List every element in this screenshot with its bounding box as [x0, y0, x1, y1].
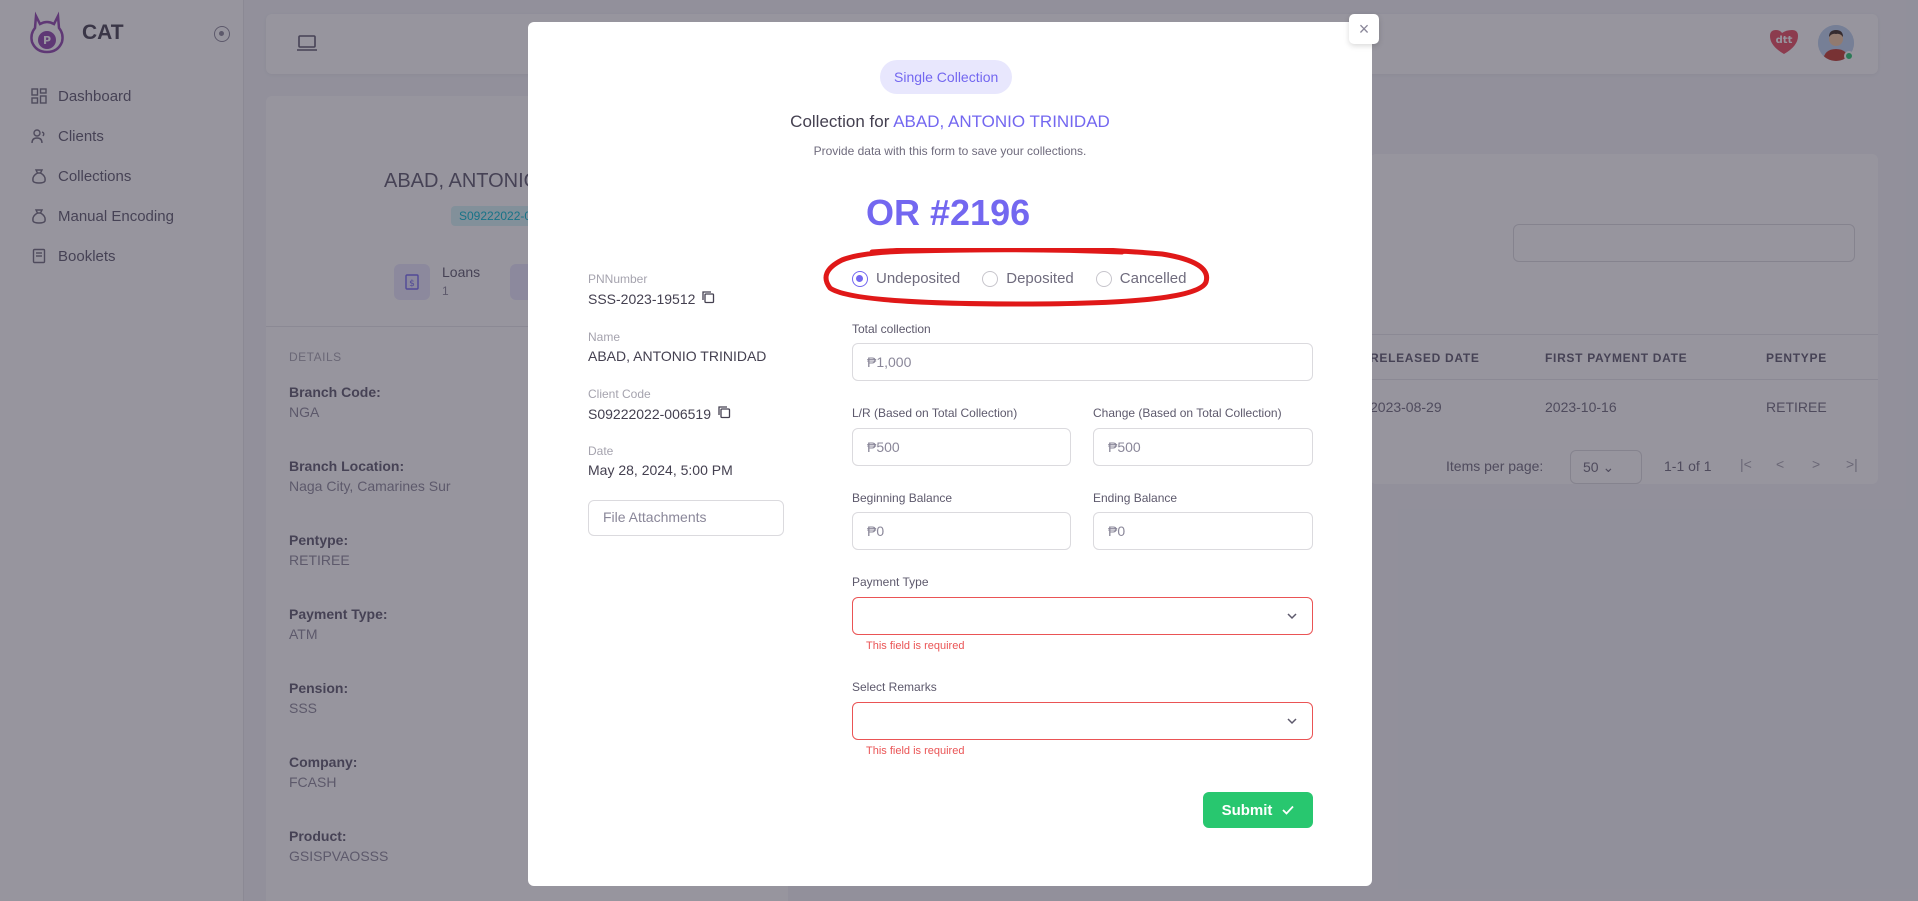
client-code-value: S09222022-006519 — [588, 405, 731, 422]
modal-subtitle: Provide data with this form to save your… — [813, 144, 1087, 158]
submit-label: Submit — [1221, 801, 1273, 819]
radio-label: Deposited — [1006, 270, 1074, 287]
beginning-balance-input[interactable]: ₱0 — [852, 512, 1071, 550]
copy-icon[interactable] — [717, 405, 731, 422]
modal-title-prefix: Collection for — [790, 112, 890, 131]
status-radio-group: Undeposited Deposited Cancelled — [852, 270, 1209, 287]
modal-client-name: ABAD, ANTONIO TRINIDAD — [893, 112, 1110, 131]
radio-button[interactable] — [852, 270, 868, 287]
client-code-text: S09222022-006519 — [588, 405, 712, 422]
radio-label: Undeposited — [876, 270, 961, 287]
remarks-select[interactable] — [852, 702, 1313, 740]
file-attachments-button[interactable]: File Attachments — [588, 500, 784, 536]
remarks-error: This field is required — [866, 745, 965, 757]
lr-label: L/R (Based on Total Collection) — [852, 406, 1018, 420]
name-label: Name — [588, 330, 621, 344]
modal-title: Collection for ABAD, ANTONIO TRINIDAD — [528, 112, 1372, 132]
radio-button[interactable] — [982, 270, 999, 287]
radio-undeposited[interactable]: Undeposited — [852, 270, 960, 287]
close-modal-button[interactable]: × — [1349, 14, 1379, 44]
change-input[interactable]: ₱500 — [1093, 428, 1313, 466]
payment-type-select[interactable] — [852, 597, 1313, 635]
lr-input[interactable]: ₱500 — [852, 428, 1071, 466]
or-number: OR #2196 — [866, 192, 1031, 233]
chevron-down-icon — [1286, 609, 1298, 625]
copy-icon[interactable] — [701, 290, 715, 307]
payment-type-error: This field is required — [866, 640, 965, 652]
radio-cancelled[interactable]: Cancelled — [1095, 270, 1187, 287]
client-code-label: Client Code — [588, 387, 651, 401]
total-collection-input[interactable]: ₱1,000 — [852, 343, 1313, 381]
check-icon — [1282, 802, 1295, 819]
ending-balance-label: Ending Balance — [1093, 491, 1178, 505]
radio-button[interactable] — [1095, 270, 1112, 287]
total-collection-label: Total collection — [852, 322, 931, 336]
date-label: Date — [588, 444, 614, 458]
single-collection-badge: Single Collection — [880, 60, 1013, 94]
pn-number-value: SSS-2023-19512 — [588, 290, 715, 307]
remarks-label: Select Remarks — [852, 680, 937, 694]
close-icon: × — [1358, 18, 1370, 39]
date-value: May 28, 2024, 5:00 PM — [588, 462, 733, 478]
pn-number-text: SSS-2023-19512 — [588, 290, 696, 307]
chevron-down-icon — [1286, 714, 1298, 730]
submit-button[interactable]: Submit — [1203, 792, 1313, 828]
name-value: ABAD, ANTONIO TRINIDAD — [588, 348, 767, 364]
ending-balance-input[interactable]: ₱0 — [1093, 512, 1313, 550]
change-label: Change (Based on Total Collection) — [1093, 406, 1282, 420]
collection-modal: Single Collection Collection for ABAD, A… — [528, 22, 1372, 886]
beginning-balance-label: Beginning Balance — [852, 491, 953, 505]
pn-number-label: PNNumber — [588, 272, 648, 286]
radio-label: Cancelled — [1119, 270, 1187, 287]
payment-type-label: Payment Type — [852, 575, 929, 589]
radio-deposited[interactable]: Deposited — [982, 270, 1074, 287]
